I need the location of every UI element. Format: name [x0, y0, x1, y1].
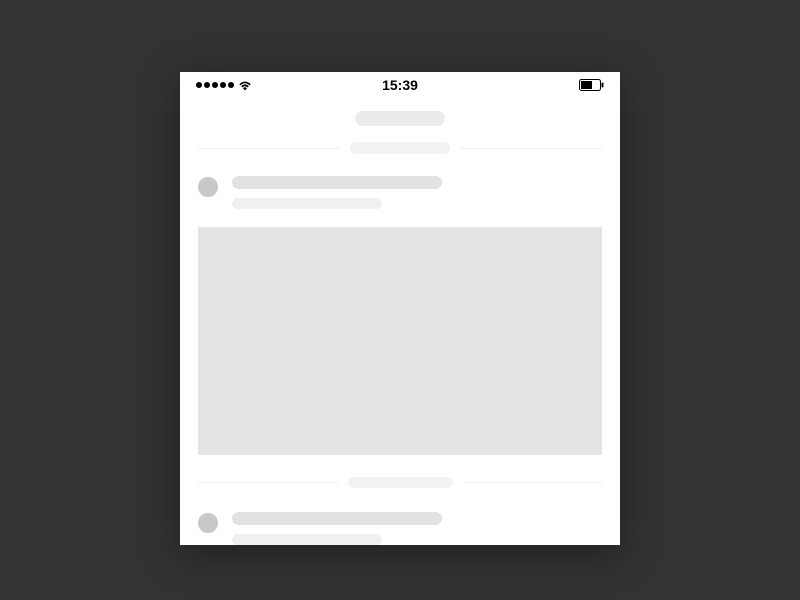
status-right [579, 79, 604, 91]
divider-line-left [198, 482, 338, 483]
feed-title-placeholder [232, 512, 442, 525]
content [180, 97, 620, 545]
status-time: 15:39 [382, 77, 418, 93]
battery-icon [579, 79, 604, 91]
status-bar: 15:39 [180, 72, 620, 97]
feed-text-placeholder [232, 512, 442, 545]
phone-frame: 15:39 [180, 72, 620, 545]
feed-text-placeholder [232, 176, 442, 209]
feed-image-placeholder [198, 227, 602, 455]
divider-line-right [463, 482, 603, 483]
feed-subtitle-placeholder [232, 198, 382, 209]
header-skeleton [198, 97, 602, 136]
feed-subtitle-placeholder [232, 534, 382, 545]
avatar [198, 513, 218, 533]
feed-item [198, 502, 602, 545]
header-title-placeholder [355, 111, 445, 126]
avatar [198, 177, 218, 197]
wifi-icon [238, 80, 252, 91]
feed-item-head [198, 166, 602, 209]
feed-item-head [198, 502, 602, 545]
divider-line-left [198, 148, 340, 149]
divider-label-placeholder [350, 142, 450, 154]
feed-item [198, 166, 602, 455]
signal-dots-icon [196, 82, 234, 88]
feed-title-placeholder [232, 176, 442, 189]
section-divider [198, 455, 602, 502]
divider-line-right [460, 148, 602, 149]
divider-label-placeholder [348, 477, 453, 488]
section-divider [198, 136, 602, 166]
status-left [196, 80, 252, 91]
